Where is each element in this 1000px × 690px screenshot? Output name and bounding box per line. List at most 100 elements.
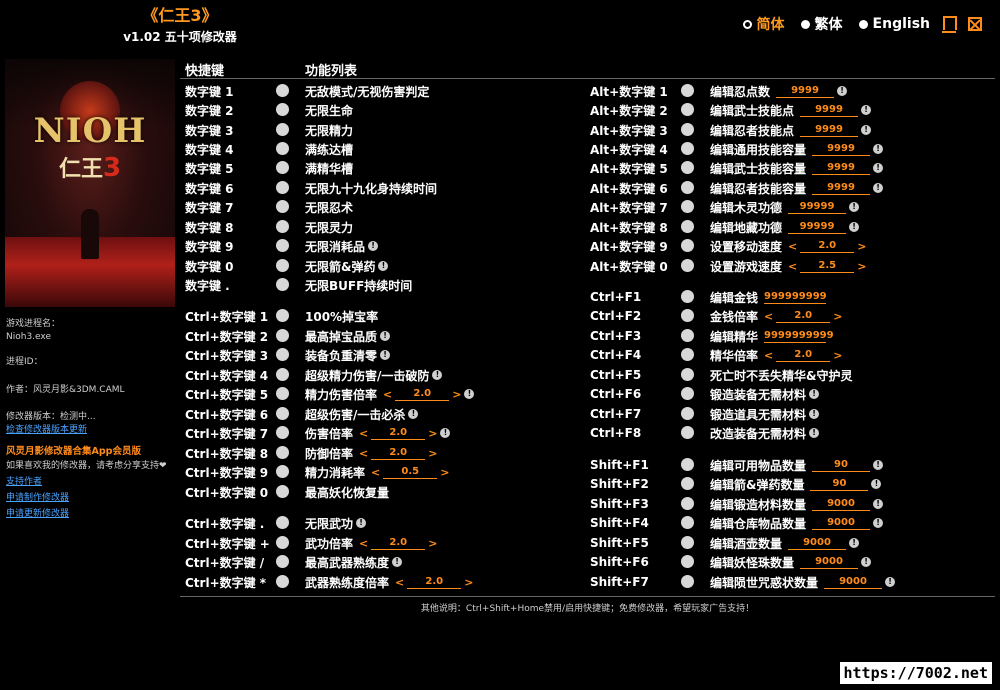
toggle-switch[interactable] [276, 426, 289, 439]
decrease-arrow-icon[interactable]: < [395, 576, 404, 589]
decrease-arrow-icon[interactable]: < [788, 260, 797, 273]
toggle-switch[interactable] [681, 309, 694, 322]
toggle-switch[interactable] [276, 329, 289, 342]
info-icon[interactable]: ! [464, 389, 475, 399]
info-icon[interactable]: ! [809, 409, 820, 419]
info-icon[interactable]: ! [408, 409, 419, 419]
increase-arrow-icon[interactable]: > [833, 349, 842, 362]
toggle-switch[interactable] [276, 309, 289, 322]
value-input[interactable]: 9000 [812, 498, 871, 511]
info-icon[interactable]: ! [809, 428, 820, 438]
toggle-switch[interactable] [276, 465, 289, 478]
toggle-switch[interactable] [681, 220, 694, 233]
info-icon[interactable]: ! [837, 86, 848, 96]
decrease-arrow-icon[interactable]: < [359, 427, 368, 440]
toggle-switch[interactable] [276, 575, 289, 588]
value-input[interactable]: 9000 [800, 556, 859, 569]
toggle-switch[interactable] [681, 497, 694, 510]
minimize-icon[interactable] [942, 15, 957, 33]
info-icon[interactable]: ! [380, 331, 391, 341]
toggle-switch[interactable] [276, 516, 289, 529]
info-icon[interactable]: ! [809, 389, 820, 399]
info-icon[interactable]: ! [380, 350, 391, 360]
toggle-switch[interactable] [276, 123, 289, 136]
toggle-switch[interactable] [681, 259, 694, 272]
toggle-switch[interactable] [681, 348, 694, 361]
increase-arrow-icon[interactable]: > [428, 447, 437, 460]
toggle-switch[interactable] [276, 555, 289, 568]
support-author-link[interactable]: 支持作者 [6, 476, 42, 488]
toggle-switch[interactable] [681, 575, 694, 588]
value-stepper[interactable]: <2.0 > [359, 537, 437, 550]
info-icon[interactable]: ! [873, 460, 884, 470]
decrease-arrow-icon[interactable]: < [383, 388, 392, 401]
toggle-switch[interactable] [276, 348, 289, 361]
value-input[interactable]: 99999 [788, 221, 847, 234]
value-input[interactable]: 90 [810, 478, 869, 491]
value-stepper[interactable]: <2.0 > [383, 388, 461, 401]
decrease-arrow-icon[interactable]: < [359, 447, 368, 460]
info-icon[interactable]: ! [861, 105, 872, 115]
value-stepper[interactable]: <0.5 > [371, 466, 449, 479]
toggle-switch[interactable] [276, 407, 289, 420]
value-stepper[interactable]: <2.0 > [359, 447, 437, 460]
toggle-switch[interactable] [276, 446, 289, 459]
toggle-switch[interactable] [276, 259, 289, 272]
toggle-switch[interactable] [681, 84, 694, 97]
toggle-switch[interactable] [681, 123, 694, 136]
toggle-switch[interactable] [276, 200, 289, 213]
toggle-switch[interactable] [681, 161, 694, 174]
decrease-arrow-icon[interactable]: < [764, 349, 773, 362]
value-input[interactable]: 9999 [812, 143, 871, 156]
info-icon[interactable]: ! [392, 557, 403, 567]
toggle-switch[interactable] [681, 477, 694, 490]
info-icon[interactable]: ! [873, 163, 884, 173]
stepper-value[interactable]: 2.0 [776, 349, 831, 362]
value-input[interactable]: 9999999999 [764, 330, 834, 343]
lang-english[interactable]: English [858, 16, 930, 32]
stepper-value[interactable]: 2.5 [800, 260, 855, 273]
stepper-value[interactable]: 0.5 [383, 466, 438, 479]
request-update-link[interactable]: 申请更新修改器 [6, 508, 69, 520]
request-make-link[interactable]: 申请制作修改器 [6, 492, 69, 504]
toggle-switch[interactable] [276, 536, 289, 549]
increase-arrow-icon[interactable]: > [440, 466, 449, 479]
info-icon[interactable]: ! [873, 499, 884, 509]
decrease-arrow-icon[interactable]: < [359, 537, 368, 550]
value-stepper[interactable]: <2.5 > [788, 260, 866, 273]
increase-arrow-icon[interactable]: > [464, 576, 473, 589]
info-icon[interactable]: ! [432, 370, 443, 380]
value-input[interactable]: 9999 [812, 182, 871, 195]
stepper-value[interactable]: 2.0 [407, 576, 462, 589]
info-icon[interactable]: ! [871, 479, 882, 489]
toggle-switch[interactable] [276, 485, 289, 498]
info-icon[interactable]: ! [378, 261, 389, 271]
stepper-value[interactable]: 2.0 [371, 427, 426, 440]
info-icon[interactable]: ! [861, 125, 872, 135]
toggle-switch[interactable] [681, 426, 694, 439]
close-icon[interactable] [968, 17, 982, 31]
increase-arrow-icon[interactable]: > [833, 310, 842, 323]
stepper-value[interactable]: 2.0 [800, 240, 855, 253]
lang-simplified[interactable]: 简体 [742, 14, 785, 34]
toggle-switch[interactable] [681, 200, 694, 213]
value-input[interactable]: 90 [812, 459, 871, 472]
toggle-switch[interactable] [681, 516, 694, 529]
toggle-switch[interactable] [681, 458, 694, 471]
toggle-switch[interactable] [276, 387, 289, 400]
toggle-switch[interactable] [276, 161, 289, 174]
info-icon[interactable]: ! [873, 144, 884, 154]
toggle-switch[interactable] [681, 407, 694, 420]
increase-arrow-icon[interactable]: > [857, 260, 866, 273]
toggle-switch[interactable] [681, 290, 694, 303]
toggle-switch[interactable] [681, 368, 694, 381]
value-stepper[interactable]: <2.0 > [764, 310, 842, 323]
stepper-value[interactable]: 2.0 [395, 388, 450, 401]
info-icon[interactable]: ! [861, 557, 872, 567]
toggle-switch[interactable] [276, 220, 289, 233]
toggle-switch[interactable] [681, 387, 694, 400]
decrease-arrow-icon[interactable]: < [371, 466, 380, 479]
info-icon[interactable]: ! [849, 222, 860, 232]
value-stepper[interactable]: <2.0 > [359, 427, 437, 440]
info-icon[interactable]: ! [849, 538, 860, 548]
